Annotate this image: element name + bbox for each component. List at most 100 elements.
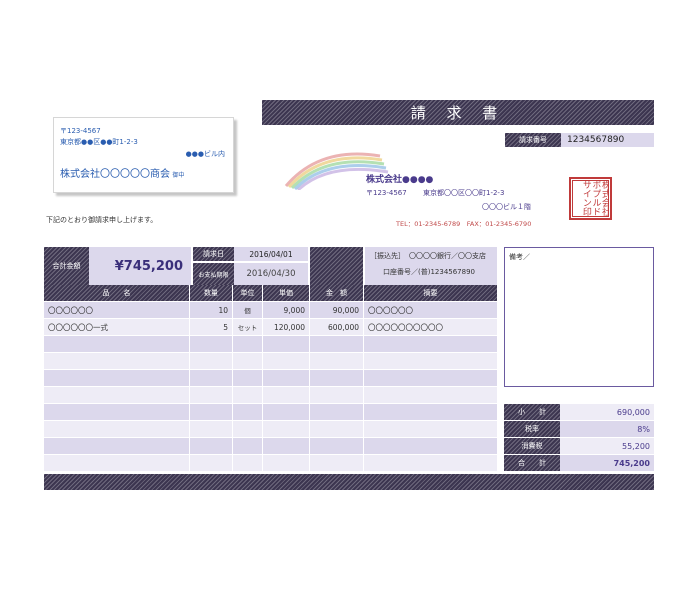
header-remarks: 摘要 xyxy=(364,285,497,301)
invoice-title: 請 求 書 xyxy=(410,104,506,122)
table-cell xyxy=(190,438,232,454)
table-cell: 〇〇〇〇〇〇 xyxy=(364,302,497,318)
table-cell xyxy=(310,370,363,386)
bank-account: 口座番号／(普)1234567890 xyxy=(383,268,475,276)
table-cell xyxy=(364,387,497,403)
sender-building: 〇〇〇ビル１階 xyxy=(482,203,531,211)
header-quantity: 数量 xyxy=(190,285,232,301)
table-cell xyxy=(364,455,497,471)
table-cell xyxy=(233,438,262,454)
table-cell xyxy=(310,387,363,403)
grand-total-value: 745,200 xyxy=(560,455,654,471)
table-cell xyxy=(310,336,363,352)
table-cell xyxy=(233,455,262,471)
bank-name-line: ［振込先］ 〇〇〇〇銀行／〇〇支店 xyxy=(370,252,486,260)
total-label: 合計金額 xyxy=(44,247,89,285)
table-cell: 5 xyxy=(190,319,232,335)
table-cell xyxy=(233,421,262,437)
totals-table: 小 計 690,000 税率 8% 消費税 55,200 合 計 745,200 xyxy=(504,404,654,472)
invoice-number-value: 1234567890 xyxy=(561,133,654,147)
table-cell xyxy=(190,404,232,420)
grand-total-label: 合 計 xyxy=(504,455,560,471)
header-unit-price: 単価 xyxy=(263,285,309,301)
table-cell: 120,000 xyxy=(263,319,309,335)
remarks-label: 備考／ xyxy=(509,253,530,261)
table-cell xyxy=(44,370,189,386)
recipient-company: 株式会社〇〇〇〇〇商会 xyxy=(60,169,170,180)
table-cell xyxy=(263,421,309,437)
company-seal: 株式会社ポプルドサイン印 xyxy=(569,177,612,220)
recipient-building: ●●●ビル内 xyxy=(185,150,225,158)
table-cell xyxy=(310,404,363,420)
table-cell: 〇〇〇〇〇〇〇〇〇〇 xyxy=(364,319,497,335)
recipient-honorific: 御中 xyxy=(172,172,185,179)
table-cell xyxy=(44,421,189,437)
table-cell xyxy=(310,421,363,437)
recipient-company-line: 株式会社〇〇〇〇〇商会 御中 xyxy=(60,165,185,180)
table-cell xyxy=(190,387,232,403)
table-cell xyxy=(44,387,189,403)
bank-info: ［振込先］ 〇〇〇〇銀行／〇〇支店 口座番号／(普)1234567890 xyxy=(365,247,497,285)
table-cell xyxy=(263,353,309,369)
table-cell: 個 xyxy=(233,302,262,318)
table-cell xyxy=(233,387,262,403)
table-cell xyxy=(233,404,262,420)
table-cell xyxy=(44,404,189,420)
table-cell xyxy=(190,353,232,369)
remarks-box: 備考／ xyxy=(504,247,654,387)
recipient-card: 〒123-4567 東京都●●区●●町1-2-3 ●●●ビル内 株式会社〇〇〇〇… xyxy=(53,117,234,193)
table-cell xyxy=(233,370,262,386)
sender-company: 株式会社●●●● xyxy=(366,175,434,185)
table-cell xyxy=(44,438,189,454)
invoice-date-label: 請求日 xyxy=(193,247,234,261)
table-cell xyxy=(190,370,232,386)
sender-tel-fax: TEL：01-2345-6789 FAX：01-2345-6790 xyxy=(396,220,532,228)
table-cell xyxy=(364,353,497,369)
table-cell xyxy=(263,455,309,471)
table-cell: 〇〇〇〇〇〇 xyxy=(44,302,189,318)
table-cell xyxy=(263,336,309,352)
title-bar: 請 求 書 xyxy=(262,100,654,125)
table-cell: 600,000 xyxy=(310,319,363,335)
tax-rate-value: 8% xyxy=(560,421,654,437)
table-cell xyxy=(190,421,232,437)
recipient-postal: 〒123-4567 xyxy=(60,127,101,135)
table-cell xyxy=(310,438,363,454)
table-cell xyxy=(364,438,497,454)
table-cell: 9,000 xyxy=(263,302,309,318)
table-cell xyxy=(44,455,189,471)
header-amount: 金 額 xyxy=(310,285,363,301)
sender-postal: 〒123-4567 xyxy=(366,189,407,197)
invoice-date-value: 2016/04/01 xyxy=(234,247,308,261)
table-cell xyxy=(364,336,497,352)
total-amount: ¥745,200 xyxy=(89,247,191,285)
header-unit: 単位 xyxy=(233,285,262,301)
table-cell xyxy=(263,387,309,403)
table-cell: セット xyxy=(233,319,262,335)
summary-gap-block xyxy=(310,247,363,285)
table-cell xyxy=(44,336,189,352)
table-cell: 90,000 xyxy=(310,302,363,318)
table-cell xyxy=(263,438,309,454)
table-cell xyxy=(190,336,232,352)
subtotal-label: 小 計 xyxy=(504,404,560,420)
table-cell xyxy=(364,421,497,437)
table-cell xyxy=(310,455,363,471)
items-table: 品 名数量 単位 単価金 額摘要 〇〇〇〇〇〇 10 個 9,000 90,000 〇〇〇〇〇〇… xyxy=(44,285,497,473)
table-cell xyxy=(190,455,232,471)
table-cell: 10 xyxy=(190,302,232,318)
due-date-label: お支払期限 xyxy=(193,263,234,285)
invoice-number-label: 請求番号 xyxy=(505,133,561,147)
subtotal-value: 690,000 xyxy=(560,404,654,420)
table-cell xyxy=(263,404,309,420)
consumption-tax-value: 55,200 xyxy=(560,438,654,454)
seal-text: 株式会社ポプルドサイン印 xyxy=(580,180,609,216)
table-cell: 〇〇〇〇〇〇一式 xyxy=(44,319,189,335)
table-cell xyxy=(44,353,189,369)
table-cell xyxy=(233,336,262,352)
table-cell xyxy=(233,353,262,369)
bottom-bar xyxy=(44,474,654,490)
intro-text: 下記のとおり御請求申し上げます。 xyxy=(46,216,158,224)
header-item-name: 品 名 xyxy=(44,285,189,301)
table-cell xyxy=(310,353,363,369)
